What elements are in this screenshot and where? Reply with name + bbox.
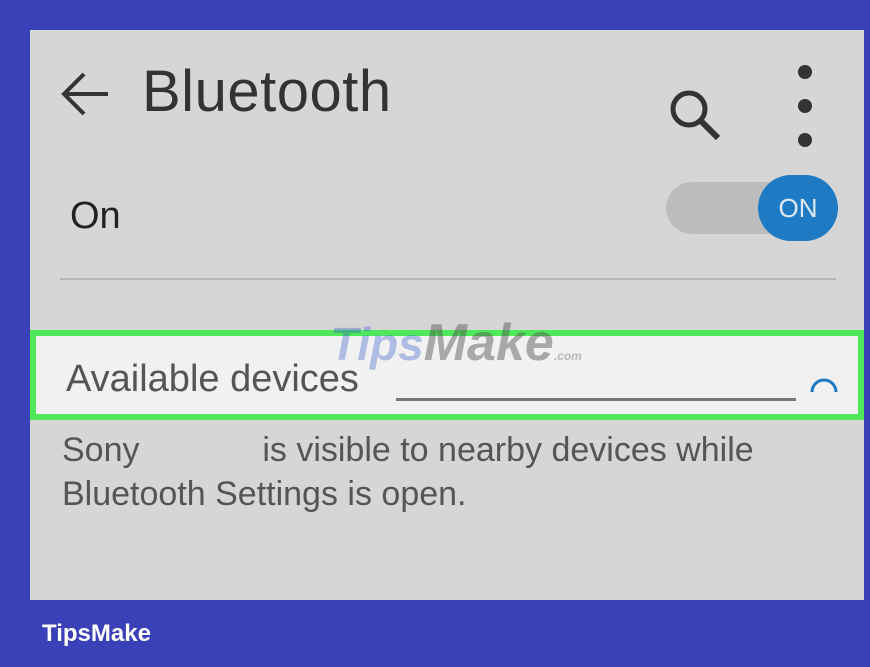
bluetooth-toggle-row[interactable]: On ON — [30, 175, 864, 275]
watermark-com: .com — [553, 349, 582, 363]
bluetooth-state-label: On — [70, 195, 121, 237]
tipsmake-brand: TipsMake — [42, 620, 151, 647]
description-line-2: Bluetooth Settings is open. — [62, 475, 467, 513]
switch-thumb: ON — [758, 175, 838, 241]
scanning-spinner-icon — [810, 378, 838, 393]
watermark-make: Make — [423, 314, 554, 372]
page-title: Bluetooth — [142, 59, 392, 124]
divider — [60, 278, 836, 280]
tipsmake-watermark: TipsMake.com — [330, 313, 582, 383]
app-bar: Bluetooth — [30, 30, 864, 150]
description-text-1: is visible to nearby devices while — [262, 431, 754, 469]
more-options-icon[interactable] — [790, 60, 820, 152]
bluetooth-settings-screen: Bluetooth On ON Available devices TipsMa… — [30, 30, 864, 600]
search-icon[interactable] — [666, 86, 724, 144]
watermark-tips: Tips — [330, 318, 424, 370]
back-arrow-icon[interactable] — [58, 66, 114, 122]
available-devices-label: Available devices — [66, 358, 359, 400]
underline-divider — [396, 398, 796, 401]
bluetooth-switch[interactable]: ON — [666, 175, 838, 241]
visibility-description: Sony is visible to nearby devices while … — [62, 428, 842, 516]
device-name: Sony — [62, 431, 140, 469]
description-line-1: Sony is visible to nearby devices while — [62, 428, 842, 472]
